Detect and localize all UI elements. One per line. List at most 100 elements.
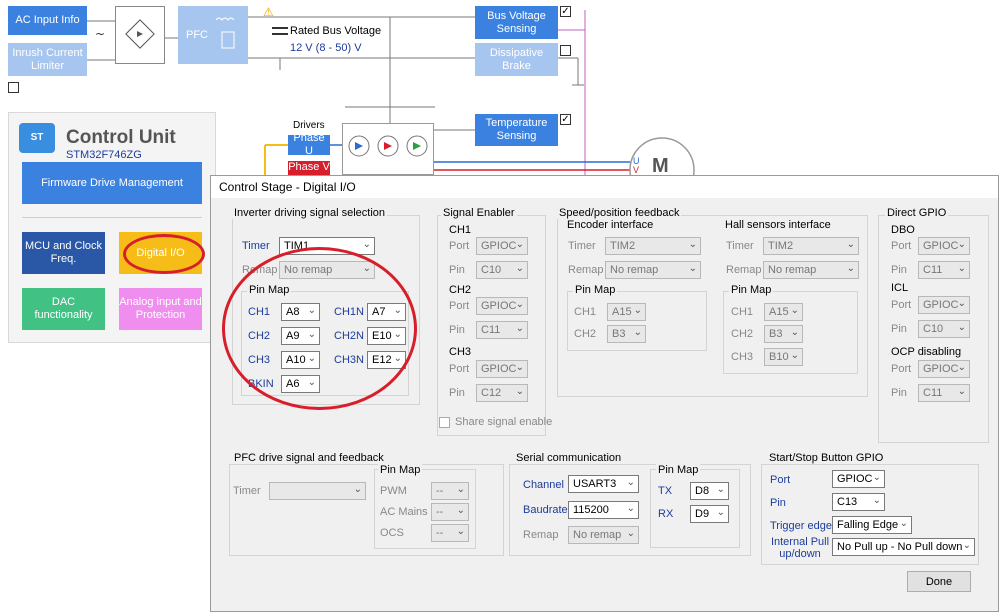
se-ch1-pin-label: Pin [449,264,465,276]
channel-select[interactable]: USART3 ⌄ [568,475,639,493]
hall-ch3-value: B10 [769,351,789,363]
pwm-value: -- [436,485,444,497]
hall-remap-select[interactable]: No remap ⌄ [763,261,859,279]
enc-remap-label: Remap [568,264,604,276]
chevron-down-icon: ⌄ [872,495,881,506]
baudrate-select[interactable]: 115200 ⌄ [568,501,639,519]
trigger-edge-select[interactable]: Falling Edge ⌄ [832,516,912,534]
pfc-timer-select[interactable]: ⌄ [269,482,366,500]
serial-group-label: Serial communication [514,452,624,464]
rx-label: RX [658,508,674,520]
icl-pin-select[interactable]: C10 ⌄ [918,320,970,338]
svg-text:~: ~ [95,27,105,41]
se-ch1-port-select[interactable]: GPIOC ⌄ [476,237,528,255]
trigger-edge-value: Falling Edge [837,519,899,531]
tx-value: D8 [695,485,710,497]
chevron-down-icon: ⌄ [456,505,465,516]
enc-timer-value: TIM2 [610,240,636,252]
rx-select[interactable]: D9 ⌄ [690,505,729,523]
ss-pin-select[interactable]: C13 ⌄ [832,493,885,511]
temperature-checkbox[interactable]: ✓ [560,114,571,125]
dissipative-brake-block[interactable]: Dissipative Brake [475,43,558,76]
enc-ch2-select[interactable]: B3 ⌄ [607,325,646,343]
chevron-down-icon: ⌄ [515,239,524,250]
ocs-select[interactable]: -- ⌄ [431,524,469,542]
hall-timer-label: Timer [726,240,754,252]
hall-timer-select[interactable]: TIM2 ⌄ [763,237,859,255]
se-ch2-port-label: Port [449,300,470,312]
icl-pin-value: C10 [923,323,944,335]
phase-u-block[interactable]: Phase U [288,132,330,157]
phase-v-letter: V [633,165,640,175]
direct-gpio-label: Direct GPIO [885,207,949,219]
serial-remap-select[interactable]: No remap ⌄ [568,526,639,544]
chevron-down-icon: ⌄ [626,528,635,539]
dbo-port-value: GPIOC [923,240,959,252]
inverter-bridge [342,123,434,175]
dbo-port-select[interactable]: GPIOC ⌄ [918,237,970,255]
icl-label: ICL [889,282,911,294]
hall-ch2-label: CH2 [731,328,754,340]
encoder-label: Encoder interface [565,219,656,231]
ocp-port-select[interactable]: GPIOC ⌄ [918,360,970,378]
chevron-down-icon: ⌄ [716,484,725,495]
se-ch2-port-select[interactable]: GPIOC ⌄ [476,297,528,315]
hall-ch3-select[interactable]: B10 ⌄ [764,348,803,366]
dbo-label: DBO [889,224,917,236]
pull-select[interactable]: No Pull up - No Pull down ⌄ [832,538,975,556]
chevron-down-icon: ⌄ [515,299,524,310]
signal-enabler-label: Signal Enabler [441,207,517,219]
chevron-down-icon: ⌄ [872,472,881,483]
hall-ch2-value: B3 [769,328,783,340]
share-signal-checkbox[interactable] [439,417,450,428]
ss-port-select[interactable]: GPIOC ⌄ [832,470,885,488]
temperature-sensing-block[interactable]: Temperature Sensing [475,114,558,146]
chevron-down-icon: ⌄ [899,518,908,529]
chevron-down-icon: ⌄ [957,386,966,397]
mcu-clock-tile[interactable]: MCU and Clock Freq. [22,232,105,274]
share-signal-label: Share signal enable [455,416,553,428]
rectifier-block[interactable] [115,6,165,64]
bus-voltage-sensing-block[interactable]: Bus Voltage Sensing [475,6,558,39]
se-ch3-port-select[interactable]: GPIOC ⌄ [476,360,528,378]
hall-ch1-label: CH1 [731,306,754,318]
se-ch2-pin-select[interactable]: C11 ⌄ [476,321,528,339]
dbo-pin-select[interactable]: C11 ⌄ [918,261,970,279]
enc-ch2-label: CH2 [574,328,597,340]
hall-label: Hall sensors interface [723,219,833,231]
hall-ch1-select[interactable]: A15 ⌄ [764,303,803,321]
startstop-group-label: Start/Stop Button GPIO [767,452,886,464]
enc-timer-select[interactable]: TIM2 ⌄ [605,237,701,255]
bus-voltage-checkbox[interactable]: ✓ [560,6,571,17]
icl-port-label: Port [891,299,912,311]
pfc-block[interactable]: PFC [178,6,248,64]
chevron-down-icon: ⌄ [962,540,971,551]
se-ch1-port-label: Port [449,240,470,252]
chevron-down-icon: ⌄ [957,298,966,309]
chevron-down-icon: ⌄ [846,239,855,250]
enc-ch1-select[interactable]: A15 ⌄ [607,303,646,321]
tx-select[interactable]: D8 ⌄ [690,482,729,500]
control-unit-title: Control Unit [66,127,176,148]
analog-protection-tile[interactable]: Analog input and Protection [119,288,202,330]
digital-io-dialog: Control Stage - Digital I/O Inverter dri… [210,175,999,612]
se-ch3-pin-select[interactable]: C12 ⌄ [476,384,528,402]
ocp-pin-select[interactable]: C11 ⌄ [918,384,970,402]
brake-checkbox[interactable] [560,45,571,56]
phase-v-block[interactable]: Phase V [288,161,330,175]
chevron-down-icon: ⌄ [688,263,697,274]
ss-pin-value: C13 [837,496,858,508]
inverter-switches-icon [348,135,428,157]
firmware-tile[interactable]: Firmware Drive Management [22,162,202,204]
hall-ch2-select[interactable]: B3 ⌄ [764,325,803,343]
pfc-label: PFC [186,28,208,41]
enc-remap-select[interactable]: No remap ⌄ [605,261,701,279]
ac-mains-select[interactable]: -- ⌄ [431,503,469,521]
dac-tile[interactable]: DAC functionality [22,288,105,330]
se-ch1-pin-select[interactable]: C10 ⌄ [476,261,528,279]
pwm-select[interactable]: -- ⌄ [431,482,469,500]
done-button[interactable]: Done [907,571,971,592]
rx-value: D9 [695,508,710,520]
chevron-down-icon: ⌄ [957,239,966,250]
icl-port-select[interactable]: GPIOC ⌄ [918,296,970,314]
